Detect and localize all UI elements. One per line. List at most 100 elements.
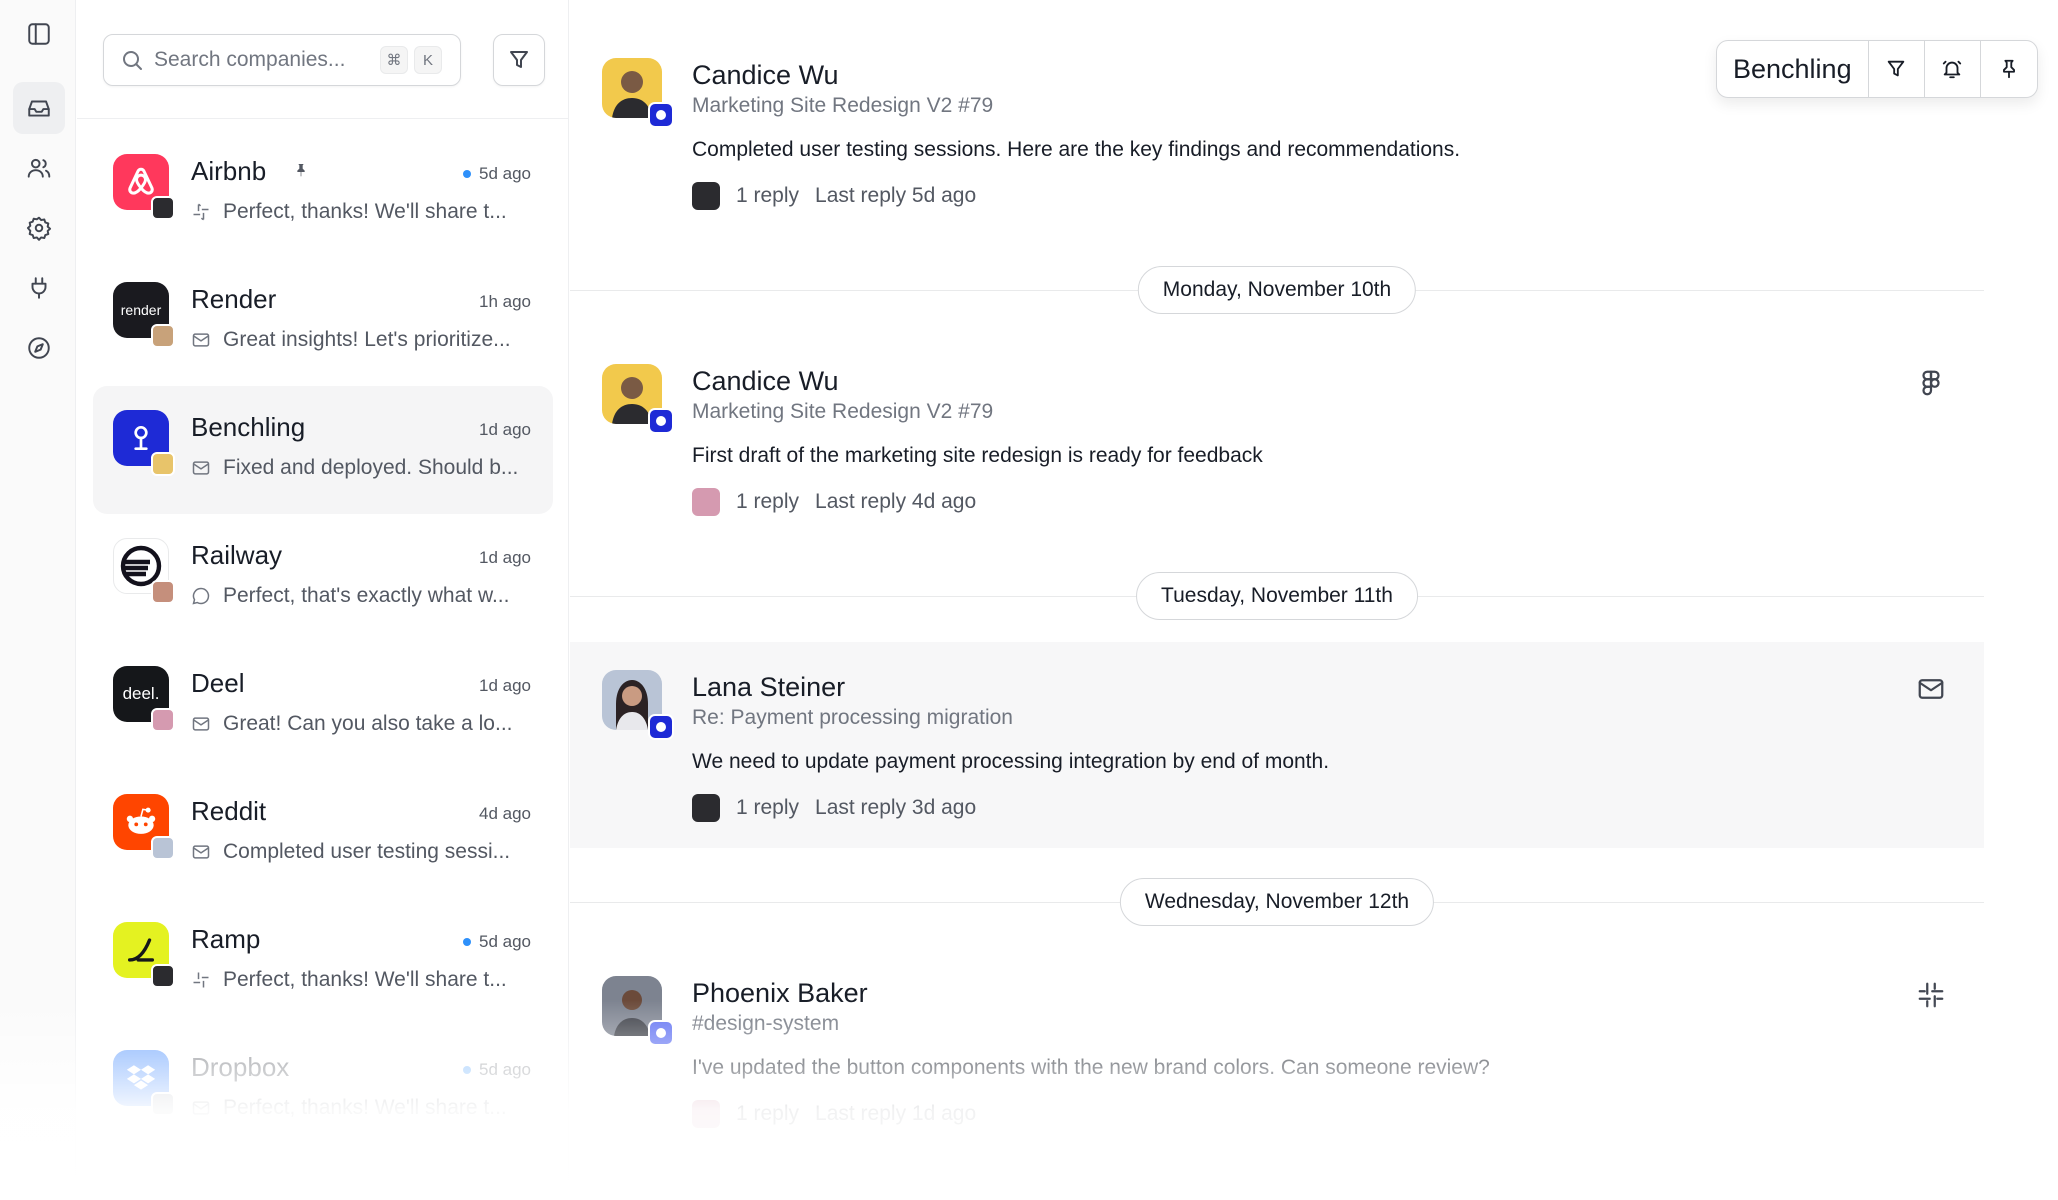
company-badge-icon <box>648 1020 674 1046</box>
reply-count: 1 reply <box>736 490 800 513</box>
slack-icon <box>193 972 209 988</box>
avatar <box>151 1092 175 1116</box>
filter-button[interactable] <box>493 34 545 86</box>
feed-message[interactable]: Lana Steiner Re: Payment processing migr… <box>570 642 1984 848</box>
company-item-deel[interactable]: deel. Deel 1d ago Great! Can you also ta… <box>93 642 553 770</box>
date-separator: Tuesday, November 11th <box>570 572 1984 620</box>
search-input[interactable] <box>154 48 374 72</box>
source-figma[interactable] <box>1916 368 1946 398</box>
reply-count: 1 reply <box>736 1102 800 1125</box>
company-name: Render <box>191 284 277 314</box>
search-box[interactable]: ⌘ K <box>103 34 461 86</box>
list-divider <box>77 118 569 119</box>
company-list-panel: ⌘ K Airbnb 5d ago Perfect, thanks! We'll… <box>77 0 569 1200</box>
date-separator: Wednesday, November 12th <box>570 878 1984 926</box>
mail-icon <box>192 1101 210 1115</box>
search-icon <box>123 51 142 70</box>
avatar <box>151 324 175 348</box>
sidebar-icon <box>28 23 50 45</box>
message-subtitle: Marketing Site Redesign V2 #79 <box>692 400 994 423</box>
company-name: Airbnb <box>191 156 267 186</box>
nav-inbox-button[interactable] <box>13 82 65 134</box>
source-mail[interactable] <box>1916 674 1946 704</box>
header-notifications-button[interactable] <box>1925 41 1981 97</box>
date-label: Tuesday, November 11th <box>1136 572 1418 620</box>
company-item-dropbox[interactable]: Dropbox 5d ago Perfect, thanks! We'll sh… <box>93 1026 553 1154</box>
last-reply: Last reply 1d ago <box>815 1102 977 1125</box>
message-body: We need to update payment processing int… <box>692 750 1330 773</box>
company-name: Benchling <box>191 412 306 442</box>
message-author: Lana Steiner <box>692 672 846 702</box>
company-name: Deel <box>191 668 245 698</box>
message-subtitle: Marketing Site Redesign V2 #79 <box>692 94 994 117</box>
feed-message[interactable]: Candice Wu Marketing Site Redesign V2 #7… <box>570 336 1984 542</box>
header-pin-button[interactable] <box>1981 41 2037 97</box>
company-time: 5d ago <box>463 1060 531 1080</box>
header-company-name: Benchling <box>1717 41 1869 97</box>
avatar <box>151 964 175 988</box>
avatar <box>151 580 175 604</box>
feed-message[interactable]: Phoenix Baker #design-system I've update… <box>570 948 1984 1154</box>
filter-icon <box>1887 60 1905 77</box>
company-item-ramp[interactable]: Ramp 5d ago Perfect, thanks! We'll share… <box>93 898 553 1026</box>
company-item-reddit[interactable]: Reddit 4d ago Completed user testing ses… <box>93 770 553 898</box>
mail-icon <box>192 461 210 475</box>
message-author: Candice Wu <box>692 366 839 396</box>
date-label: Monday, November 10th <box>1137 266 1417 314</box>
reply-count: 1 reply <box>736 796 800 819</box>
company-item-benchling[interactable]: Benchling 1d ago Fixed and deployed. Sho… <box>93 386 553 514</box>
shortcut-k-key: K <box>414 46 442 74</box>
company-item-render[interactable]: render Render 1h ago Great insights! Let… <box>93 258 553 386</box>
avatar <box>151 836 175 860</box>
company-preview: Perfect, that's exactly what w... <box>191 584 531 608</box>
message-replies[interactable]: 1 reply Last reply 4d ago <box>692 488 976 516</box>
date-separator: Monday, November 10th <box>570 266 1984 314</box>
company-name: Railway <box>191 540 283 570</box>
users-icon <box>27 158 51 178</box>
nav-explore-button[interactable] <box>13 322 65 374</box>
message-subtitle: #design-system <box>692 1012 840 1035</box>
unread-dot <box>463 938 471 946</box>
company-item-airbnb[interactable]: Airbnb 5d ago Perfect, thanks! We'll sha… <box>93 130 553 258</box>
message-body: First draft of the marketing site redesi… <box>692 444 1263 467</box>
sidebar-toggle-button[interactable] <box>13 8 65 60</box>
pin-icon <box>297 164 305 177</box>
pin-icon <box>2002 59 2015 79</box>
company-preview: Great insights! Let's prioritize... <box>191 328 531 352</box>
inbox-icon <box>28 100 50 117</box>
header-filter-button[interactable] <box>1869 41 1925 97</box>
company-preview: Perfect, thanks! We'll share t... <box>191 968 531 992</box>
unread-dot <box>463 1066 471 1074</box>
avatar <box>692 488 720 516</box>
company-time: 1d ago <box>479 676 531 695</box>
company-header: Benchling <box>1716 40 2038 98</box>
nav-people-button[interactable] <box>13 142 65 194</box>
bell-icon <box>1942 60 1962 79</box>
company-item-railway[interactable]: Railway 1d ago Perfect, that's exactly w… <box>93 514 553 642</box>
message-replies[interactable]: 1 reply Last reply 5d ago <box>692 182 976 210</box>
company-time: 1h ago <box>479 292 531 311</box>
unread-dot <box>463 170 471 178</box>
avatar <box>151 708 175 732</box>
source-slack[interactable] <box>1916 980 1946 1010</box>
company-time: 1d ago <box>479 548 531 567</box>
slack-icon <box>193 203 209 221</box>
chat-icon <box>192 587 210 605</box>
reply-count: 1 reply <box>736 184 800 207</box>
company-badge-icon <box>648 408 674 434</box>
message-author: Candice Wu <box>692 60 839 90</box>
nav-integrations-button[interactable] <box>13 262 65 314</box>
mail-icon <box>192 333 210 347</box>
company-name: Reddit <box>191 796 267 826</box>
nav-settings-button[interactable] <box>13 202 65 254</box>
company-time: 4d ago <box>479 804 531 823</box>
gear-icon <box>26 216 52 241</box>
message-replies[interactable]: 1 reply Last reply 1d ago <box>692 1100 976 1128</box>
message-author: Phoenix Baker <box>692 978 868 1008</box>
plug-icon <box>31 277 47 299</box>
message-replies[interactable]: 1 reply Last reply 3d ago <box>692 794 976 822</box>
company-time: 5d ago <box>463 164 531 184</box>
avatar <box>151 196 175 220</box>
avatar <box>692 1100 720 1128</box>
slack-icon <box>1918 982 1944 1008</box>
